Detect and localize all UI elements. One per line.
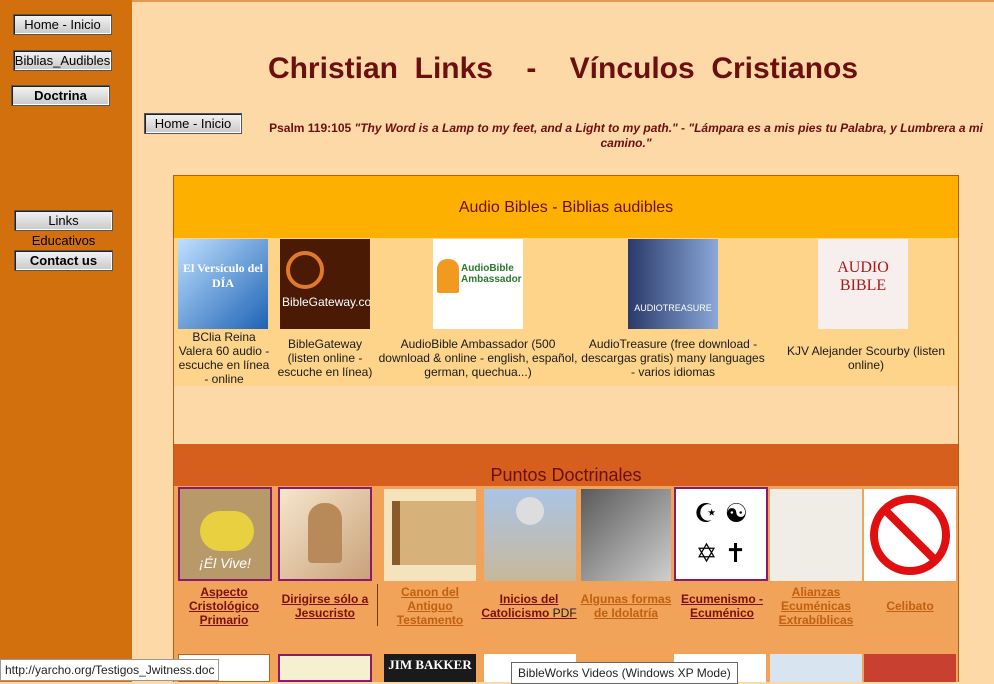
nav-home-button[interactable]: Home - Inicio xyxy=(13,14,112,35)
doctrine-thumb-3[interactable] xyxy=(384,489,476,581)
audio-caption-5[interactable]: KJV Alejander Scourby (listen online) xyxy=(776,344,956,372)
doctrine-caption-6[interactable]: Ecumenismo - Ecuménico xyxy=(674,592,770,620)
audio-bibles-heading: Audio Bibles - Biblias audibles xyxy=(174,176,958,238)
audio-thumb-3[interactable]: AudioBible Ambassador xyxy=(433,239,523,329)
audio-caption-2[interactable]: BibleGateway (listen online - escuche en… xyxy=(276,337,374,379)
nav-audio-bibles-button[interactable]: Biblias_Audibles xyxy=(13,50,112,71)
audio-thumb-2-text: BibleGateway.com xyxy=(282,295,370,309)
doctrine-thumb-1[interactable]: ¡Él Vive! xyxy=(178,487,272,581)
doctrine-thumb-7[interactable] xyxy=(770,489,862,581)
doctrine-heading: Puntos Doctrinales xyxy=(174,444,958,486)
audio-thumb-3-text: AudioBible Ambassador xyxy=(461,263,522,285)
audio-thumb-4[interactable]: AUDIOTREASURE xyxy=(628,239,718,329)
doctrine-caption-2[interactable]: Dirigirse sólo a Jesucristo xyxy=(276,592,374,620)
doctrine-caption-4-link[interactable]: Inicios del Catolicismo xyxy=(481,592,558,620)
psalm-reference: Psalm 119:105 xyxy=(269,121,352,135)
doctrine-thumb-2[interactable] xyxy=(278,487,372,581)
doctrine-thumb-5[interactable] xyxy=(581,489,671,581)
doctrine-caption-4[interactable]: Inicios del Catolicismo PDF xyxy=(478,592,580,620)
doctrine-thumb-8[interactable] xyxy=(864,489,956,581)
row3-thumb-3-text: JIM BAKKER xyxy=(388,657,472,672)
top-border xyxy=(132,0,994,2)
home-button[interactable]: Home - Inicio xyxy=(144,113,242,134)
nav-doctrine-button[interactable]: Doctrina xyxy=(11,85,110,106)
doctrine-caption-3[interactable]: Canon del Antiguo Testamento xyxy=(380,585,480,627)
doctrine-thumb-1-text: ¡Él Vive! xyxy=(199,555,251,571)
doctrine-caption-1[interactable]: Aspecto Cristológico Primario xyxy=(176,585,272,627)
audio-thumb-1-text: El Versículo del DÍA xyxy=(182,261,263,290)
doctrine-thumb-6[interactable]: ☪ ☯ ✡ ✝ xyxy=(674,487,768,581)
tooltip: BibleWorks Videos (Windows XP Mode) xyxy=(511,662,738,684)
divider xyxy=(377,584,378,626)
row3-thumb-7[interactable] xyxy=(864,654,956,682)
audio-thumb-5[interactable]: AUDIO BIBLE xyxy=(818,239,908,329)
doctrine-caption-8[interactable]: Celibato xyxy=(862,599,958,613)
praying-hands-icon xyxy=(308,503,342,563)
person-icon xyxy=(437,259,459,293)
audio-thumb-4-text: AUDIOTREASURE xyxy=(634,303,712,313)
audio-thumb-5-text: AUDIO BIBLE xyxy=(837,259,889,294)
row3-thumb-2[interactable] xyxy=(278,654,372,682)
psalm-text: "Thy Word is a Lamp to my feet, and a Li… xyxy=(354,121,983,150)
doctrine-caption-7[interactable]: Alianzas Ecuménicas Extrabíblicas xyxy=(768,585,864,627)
doctrine-caption-5[interactable]: Algunas formas de Idolatría xyxy=(578,592,674,620)
nav-contact-button[interactable]: Contact us xyxy=(14,250,113,271)
row3-thumb-3[interactable]: JIM BAKKER xyxy=(384,654,476,682)
audio-caption-3[interactable]: AudioBible Ambassador (500 download & on… xyxy=(378,337,578,379)
row3-thumb-6[interactable] xyxy=(770,654,862,682)
psalm-quote: Psalm 119:105 "Thy Word is a Lamp to my … xyxy=(258,121,994,151)
pdf-label: PDF xyxy=(549,606,577,620)
doctrine-thumb-4[interactable] xyxy=(484,489,576,581)
page-title: Christian Links - Vínculos Cristianos xyxy=(267,52,859,85)
nav-educational-links-button[interactable]: Links Educativos xyxy=(14,210,113,248)
status-bar-url: http://yarcho.org/Testigos_Jwitness.doc xyxy=(0,659,220,681)
audio-thumb-2[interactable]: BibleGateway.com xyxy=(280,239,370,329)
audio-caption-1[interactable]: BClia Reina Valera 60 audio - escuche en… xyxy=(176,330,272,386)
audio-thumb-1[interactable]: El Versículo del DÍA xyxy=(178,239,268,329)
biblegateway-logo-icon xyxy=(286,251,324,289)
tomb-icon xyxy=(200,511,254,551)
basilica-icon xyxy=(516,497,544,525)
religious-symbols-icon: ☪ ☯ ✡ ✝ xyxy=(694,498,748,568)
scroll-icon xyxy=(392,501,476,565)
audio-caption-4[interactable]: AudioTreasure (free download - descargas… xyxy=(578,337,768,379)
